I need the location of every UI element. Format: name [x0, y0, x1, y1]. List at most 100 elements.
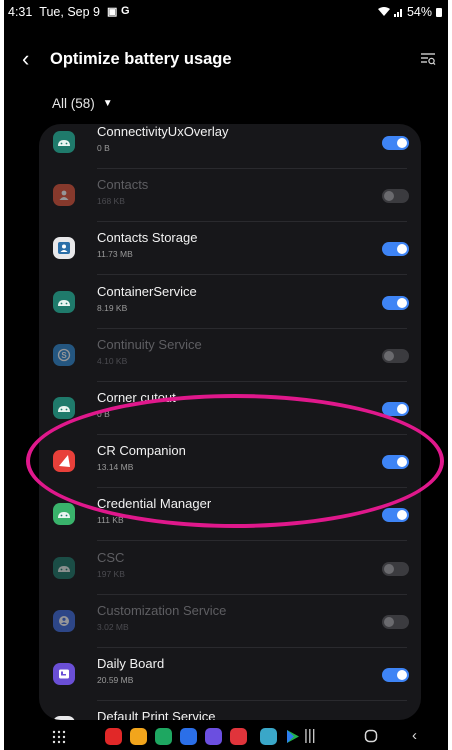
toggle-knob: [397, 670, 407, 680]
app-size: 3.02 MB: [97, 621, 129, 632]
app-name: Continuity Service: [97, 336, 202, 352]
header: ‹ Optimize battery usage: [4, 44, 448, 80]
app-size: 111 KB: [97, 515, 124, 526]
app-row[interactable]: Credential Manager 111 KB: [39, 488, 421, 542]
app-name: CR Companion: [97, 443, 186, 459]
toggle-knob: [397, 457, 407, 468]
toggle-knob: [384, 191, 394, 202]
app-row[interactable]: Default Print Service: [39, 701, 421, 720]
app-name: ConnectivityUxOverlay: [97, 124, 229, 139]
phone-icon[interactable]: [155, 728, 172, 745]
app-name: Credential Manager: [97, 496, 212, 512]
contacts-icon: [53, 184, 75, 207]
notification-icon: ▣: [107, 6, 118, 18]
toggle-knob: [384, 563, 394, 574]
app-name: Daily Board: [97, 656, 165, 671]
optimize-toggle[interactable]: [382, 508, 409, 523]
gallery-icon[interactable]: [260, 728, 277, 745]
optimize-toggle[interactable]: [382, 242, 409, 257]
battery-percent: 54%: [406, 5, 432, 19]
android-icon: [53, 131, 75, 153]
signal-icon: [393, 8, 402, 17]
optimize-toggle[interactable]: [382, 348, 409, 363]
optimize-toggle[interactable]: [382, 455, 409, 470]
app-row[interactable]: ConnectivityUxOverlay 0 B: [39, 124, 421, 169]
app-size: 4.10 KB: [97, 355, 128, 366]
daily-board-icon: [53, 663, 75, 685]
android-icon: [53, 556, 75, 579]
toggle-knob: [397, 138, 407, 148]
app-name: CSC: [97, 549, 125, 565]
app-row[interactable]: Contacts Storage 11.73 MB: [39, 222, 421, 276]
svg-text:S: S: [61, 351, 67, 360]
search-list-icon[interactable]: [420, 52, 436, 66]
app-size: 168 KB: [97, 196, 125, 207]
optimize-toggle[interactable]: [382, 668, 409, 682]
internet-icon[interactable]: [205, 728, 222, 745]
toggle-knob: [397, 297, 407, 308]
play-store-icon[interactable]: [284, 728, 301, 745]
app-row[interactable]: CSC 197 KB: [39, 542, 421, 595]
app-row[interactable]: Corner cutout 0 B: [39, 382, 421, 435]
optimize-toggle[interactable]: [382, 402, 409, 416]
app-list: ConnectivityUxOverlay 0 B Contacts 168 KB Co…: [39, 124, 421, 720]
back-button[interactable]: ‹: [22, 48, 29, 70]
google-icon: G: [121, 5, 130, 17]
app-row[interactable]: Customization Service 3.02 MB: [39, 595, 421, 648]
android-icon: [53, 397, 75, 419]
app-name: Corner cutout: [97, 390, 176, 405]
battery-icon: [436, 7, 442, 17]
toggle-knob: [384, 350, 394, 361]
app-size: 197 KB: [97, 568, 125, 579]
back-nav-button[interactable]: ‹: [412, 727, 417, 744]
toggle-knob: [397, 404, 407, 414]
app-name: Contacts Storage: [97, 230, 198, 246]
android-icon: [53, 503, 75, 526]
customization-icon: [53, 609, 75, 632]
cr-companion-icon: [53, 450, 75, 473]
notes-icon[interactable]: [130, 728, 147, 745]
status-bar: 4:31 Tue, Sep 9 ▣ G 54%: [4, 0, 448, 26]
app-size: 0 B: [97, 143, 110, 153]
messages-icon[interactable]: [180, 728, 197, 745]
app-size: 11.73 MB: [97, 249, 133, 260]
app-row[interactable]: Contacts 168 KB: [39, 169, 421, 223]
optimize-toggle[interactable]: [382, 561, 409, 576]
app-size: 8.19 KB: [97, 302, 128, 313]
app-name: Contacts: [97, 177, 149, 193]
toggle-knob: [397, 244, 407, 255]
app-name: Default Print Service: [97, 709, 216, 720]
filter-dropdown[interactable]: All (58) ▼: [52, 96, 113, 111]
android-icon: [53, 290, 75, 313]
optimize-toggle[interactable]: [382, 614, 409, 629]
recents-button[interactable]: |||: [304, 727, 316, 744]
app-row[interactable]: ContainerService 8.19 KB: [39, 276, 421, 329]
flipboard-icon[interactable]: [105, 728, 122, 745]
contacts-storage-icon: [53, 237, 75, 260]
print-icon: [53, 716, 75, 720]
filter-label: All (58): [52, 96, 95, 111]
navigation-bar: ||| ‹: [4, 724, 448, 750]
camera-icon[interactable]: [230, 728, 247, 745]
app-row[interactable]: S Continuity Service 4.10 KB: [39, 329, 421, 382]
toggle-knob: [397, 510, 407, 521]
app-size: 0 B: [97, 409, 110, 419]
toggle-knob: [384, 616, 394, 627]
screen: 4:31 Tue, Sep 9 ▣ G 54% ‹ Optimize batte…: [4, 0, 448, 750]
wifi-icon: [377, 7, 390, 16]
home-button[interactable]: [364, 729, 378, 743]
optimize-toggle[interactable]: [382, 189, 409, 204]
optimize-toggle[interactable]: [382, 136, 409, 150]
app-name: Customization Service: [97, 602, 227, 618]
caret-down-icon: ▼: [102, 98, 113, 109]
app-grid-icon[interactable]: [52, 730, 66, 744]
continuity-icon: S: [53, 343, 75, 366]
optimize-toggle[interactable]: [382, 295, 409, 310]
app-size: 20.59 MB: [97, 675, 134, 685]
status-time-date: 4:31 Tue, Sep 9: [8, 5, 100, 19]
status-right: 54%: [377, 5, 442, 19]
app-row[interactable]: CR Companion 13.14 MB: [39, 435, 421, 489]
app-size: 13.14 MB: [97, 462, 134, 473]
app-name: ContainerService: [97, 283, 197, 299]
app-row[interactable]: Daily Board 20.59 MB: [39, 648, 421, 701]
